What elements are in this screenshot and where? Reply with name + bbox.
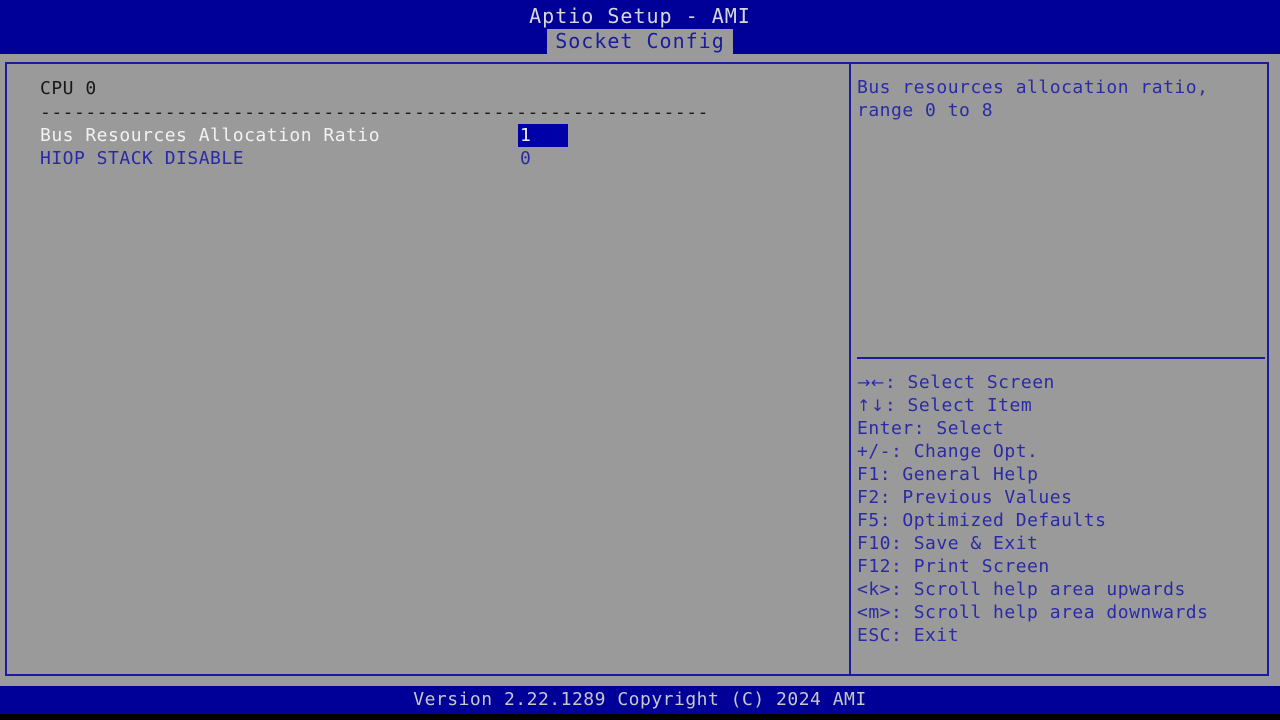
option-value[interactable]: 1 — [518, 124, 568, 147]
legend-label: : Scroll help area downwards — [891, 602, 1208, 623]
group-title: CPU 0 — [40, 76, 849, 102]
options-panel: CPU 0 ----------------------------------… — [7, 64, 849, 674]
legend-key: F12 — [857, 556, 891, 577]
legend-row-f12: F12: Print Screen — [857, 555, 1267, 578]
legend-key: ESC — [857, 625, 891, 646]
legend-label: : Select Item — [885, 395, 1032, 416]
legend-label: : Previous Values — [880, 487, 1073, 508]
legend-key: <k> — [857, 579, 891, 600]
option-row-bus-resources-allocation-ratio[interactable]: Bus Resources Allocation Ratio 1 — [40, 124, 849, 147]
legend-row-scroll-down: <m>: Scroll help area downwards — [857, 601, 1267, 624]
help-description: Bus resources allocation ratio, range 0 … — [857, 76, 1263, 122]
footer-bar: Version 2.22.1289 Copyright (C) 2024 AMI — [0, 686, 1280, 714]
legend-key: F2 — [857, 487, 880, 508]
legend-label: : Scroll help area upwards — [891, 579, 1186, 600]
legend-label: : Exit — [891, 625, 959, 646]
legend-key: Enter — [857, 418, 914, 439]
tab-socket-config[interactable]: Socket Config — [547, 29, 733, 54]
legend-key: F5 — [857, 510, 880, 531]
legend-row-f2: F2: Previous Values — [857, 486, 1267, 509]
legend-row-select-item: ↑↓: Select Item — [857, 394, 1267, 417]
legend-label: : Print Screen — [891, 556, 1050, 577]
legend-label: : Select — [914, 418, 1005, 439]
option-label: Bus Resources Allocation Ratio — [40, 124, 380, 147]
help-panel: Bus resources allocation ratio, range 0 … — [851, 64, 1267, 674]
help-separator — [857, 357, 1265, 359]
header-bar: Aptio Setup - AMI Socket Config — [0, 0, 1280, 54]
legend-row-scroll-up: <k>: Scroll help area upwards — [857, 578, 1267, 601]
legend-row-f10: F10: Save & Exit — [857, 532, 1267, 555]
legend-row-change-opt: +/-: Change Opt. — [857, 440, 1267, 463]
version-text: Version 2.22.1289 Copyright (C) 2024 AMI — [0, 687, 1280, 713]
group-separator: ----------------------------------------… — [40, 102, 849, 124]
key-legend: →←: Select Screen ↑↓: Select Item Enter:… — [857, 371, 1267, 647]
legend-label: : General Help — [880, 464, 1039, 485]
page-title: Aptio Setup - AMI — [0, 4, 1280, 28]
legend-key: +/- — [857, 441, 891, 462]
legend-key: F1 — [857, 464, 880, 485]
legend-label: : Optimized Defaults — [880, 510, 1107, 531]
legend-label: : Save & Exit — [891, 533, 1038, 554]
legend-row-f1: F1: General Help — [857, 463, 1267, 486]
bios-setup-screen: Aptio Setup - AMI Socket Config CPU 0 --… — [0, 0, 1280, 720]
arrow-left-right-icon: →← — [857, 373, 885, 392]
legend-label: : Change Opt. — [891, 441, 1038, 462]
option-row-hiop-stack-disable[interactable]: HIOP STACK DISABLE 0 — [40, 147, 849, 170]
legend-key: <m> — [857, 602, 891, 623]
legend-label: : Select Screen — [885, 372, 1055, 393]
legend-row-esc: ESC: Exit — [857, 624, 1267, 647]
legend-row-enter: Enter: Select — [857, 417, 1267, 440]
legend-row-f5: F5: Optimized Defaults — [857, 509, 1267, 532]
option-value[interactable]: 0 — [518, 147, 533, 170]
bottom-strip — [0, 714, 1280, 720]
option-label: HIOP STACK DISABLE — [40, 147, 244, 170]
arrow-up-down-icon: ↑↓ — [857, 396, 885, 415]
legend-key: F10 — [857, 533, 891, 554]
tab-strip: Socket Config — [0, 29, 1280, 54]
legend-row-select-screen: →←: Select Screen — [857, 371, 1267, 394]
